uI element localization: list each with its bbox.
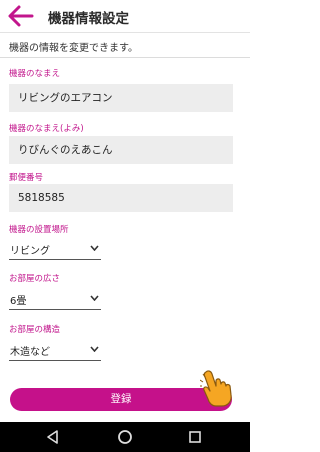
postal-code-field[interactable]: 5818585 bbox=[9, 184, 233, 212]
room-structure-label: お部屋の構造 bbox=[9, 325, 61, 335]
postal-code-label: 郵便番号 bbox=[9, 173, 44, 183]
nav-back-button[interactable] bbox=[44, 428, 62, 446]
room-structure-value: 木造など bbox=[10, 347, 50, 358]
room-size-value: 6畳 bbox=[10, 296, 27, 307]
back-button[interactable] bbox=[6, 4, 34, 28]
chevron-down-icon bbox=[90, 245, 99, 251]
app-header: 機器情報設定 bbox=[0, 0, 250, 33]
back-arrow-icon bbox=[8, 5, 34, 27]
room-size-label: お部屋の広さ bbox=[9, 274, 61, 284]
system-navigation-bar bbox=[0, 422, 250, 452]
chevron-down-icon bbox=[90, 346, 99, 352]
page-description: 機器の情報を変更できます。 bbox=[9, 43, 138, 54]
install-location-value: リビング bbox=[10, 246, 50, 257]
pointing-hand-icon bbox=[200, 370, 232, 407]
nav-recents-button[interactable] bbox=[186, 428, 204, 446]
install-location-select[interactable]: リビング bbox=[9, 238, 101, 260]
device-name-kana-label: 機器のなまえ(よみ) bbox=[9, 124, 84, 134]
divider bbox=[0, 57, 250, 58]
device-name-field[interactable]: リビングのエアコン bbox=[9, 84, 233, 112]
nav-home-button[interactable] bbox=[116, 428, 134, 446]
room-structure-select[interactable]: 木造など bbox=[9, 339, 101, 361]
install-location-label: 機器の設置場所 bbox=[9, 225, 69, 235]
page-title: 機器情報設定 bbox=[48, 11, 129, 27]
device-name-label: 機器のなまえ bbox=[9, 69, 61, 79]
register-button[interactable]: 登録 bbox=[10, 388, 232, 411]
room-size-select[interactable]: 6畳 bbox=[9, 288, 101, 310]
device-name-kana-field[interactable]: りびんぐのえあこん bbox=[9, 136, 233, 164]
chevron-down-icon bbox=[90, 295, 99, 301]
nav-home-icon bbox=[118, 430, 132, 444]
nav-recents-icon bbox=[189, 431, 201, 443]
nav-back-icon bbox=[47, 430, 58, 444]
